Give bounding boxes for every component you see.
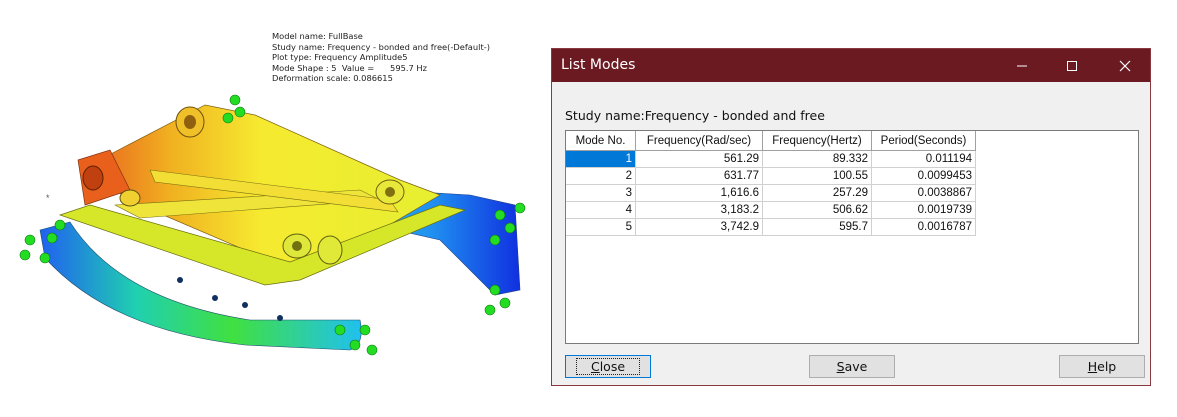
mode-number-cell: 3 <box>566 184 636 202</box>
model-viewport[interactable]: Model name: FullBase Study name: Frequen… <box>0 0 540 417</box>
column-header-period[interactable]: Period(Seconds) <box>871 131 976 151</box>
help-mnemonic: H <box>1087 359 1098 374</box>
close-mnemonic: C <box>590 359 600 374</box>
close-icon <box>1119 60 1131 71</box>
frequency-hz-cell: 89.332 <box>762 150 872 168</box>
close-label-rest: lose <box>599 359 626 374</box>
help-label-rest: elp <box>1097 359 1117 374</box>
frequency-rad-cell: 3,183.2 <box>635 201 763 219</box>
frequency-hz-cell: 257.29 <box>762 184 872 202</box>
origin-marker: * <box>46 193 50 203</box>
minimize-icon <box>1017 65 1027 66</box>
frequency-rad-cell: 561.29 <box>635 150 763 168</box>
mode-number-cell: 1 <box>566 150 636 168</box>
dialog-title: List Modes <box>561 57 636 73</box>
frequency-rad-cell: 631.77 <box>635 167 763 185</box>
frequency-hz-cell: 100.55 <box>762 167 872 185</box>
save-mnemonic: S <box>836 359 845 374</box>
plot-type-text: Plot type: Frequency Amplitude5 <box>272 52 408 63</box>
model-info-overlay: Model name: FullBase Study name: Frequen… <box>272 31 490 84</box>
dialog-titlebar[interactable]: List Modes <box>552 49 1150 82</box>
column-header-mode[interactable]: Mode No. <box>566 131 636 151</box>
save-button[interactable]: Save <box>809 355 895 378</box>
frequency-rad-cell: 1,616.6 <box>635 184 763 202</box>
column-header-frequency-hz[interactable]: Frequency(Hertz) <box>762 131 872 151</box>
study-name-label: Study name:Frequency - bonded and free <box>565 108 825 123</box>
table-row[interactable]: 4 3,183.2 506.62 0.0019739 <box>566 201 976 219</box>
table-row[interactable]: 5 3,742.9 595.7 0.0016787 <box>566 218 976 236</box>
period-cell: 0.011194 <box>871 150 976 168</box>
period-cell: 0.0019739 <box>871 201 976 219</box>
maximize-button[interactable] <box>1047 49 1097 82</box>
help-button[interactable]: Help <box>1059 355 1145 378</box>
modes-list[interactable]: Mode No. Frequency(Rad/sec) Frequency(He… <box>565 130 1139 344</box>
model-name-text: Model name: FullBase <box>272 31 363 41</box>
mode-number-cell: 2 <box>566 167 636 185</box>
period-cell: 0.0038867 <box>871 184 976 202</box>
table-row[interactable]: 2 631.77 100.55 0.0099453 <box>566 167 976 185</box>
frequency-hz-cell: 506.62 <box>762 201 872 219</box>
maximize-icon <box>1067 60 1077 71</box>
table-row[interactable]: 3 1,616.6 257.29 0.0038867 <box>566 184 976 202</box>
list-modes-dialog: List Modes Study name:Frequency - bonded… <box>551 48 1151 386</box>
close-button[interactable]: Close <box>565 355 651 378</box>
table-row[interactable]: 1 561.29 89.332 0.011194 <box>566 150 976 168</box>
deformation-scale-text: Deformation scale: 0.086615 <box>272 73 393 84</box>
study-name-text: Study name: Frequency - bonded and free(… <box>272 41 490 52</box>
modes-table: Mode No. Frequency(Rad/sec) Frequency(He… <box>566 131 976 236</box>
period-cell: 0.0016787 <box>871 218 976 236</box>
lug-1-hole <box>184 115 196 129</box>
mode-shape-text: Mode Shape : 5 Value = 595.7 Hz <box>272 62 428 73</box>
lug-5 <box>317 235 343 265</box>
column-header-frequency-rad[interactable]: Frequency(Rad/sec) <box>635 131 763 151</box>
close-button-label: Close <box>575 358 641 375</box>
mode-number-cell: 4 <box>566 201 636 219</box>
frequency-hz-cell: 595.7 <box>762 218 872 236</box>
lug-4 <box>119 189 141 207</box>
save-label-rest: ave <box>844 359 868 374</box>
mode-number-cell: 5 <box>566 218 636 236</box>
frequency-rad-cell: 3,742.9 <box>635 218 763 236</box>
minimize-button[interactable] <box>997 49 1047 82</box>
window-close-button[interactable] <box>1100 49 1150 82</box>
lug-2-hole <box>385 187 395 197</box>
period-cell: 0.0099453 <box>871 167 976 185</box>
end-block-bore <box>82 165 104 191</box>
lug-3-hole <box>292 241 302 251</box>
